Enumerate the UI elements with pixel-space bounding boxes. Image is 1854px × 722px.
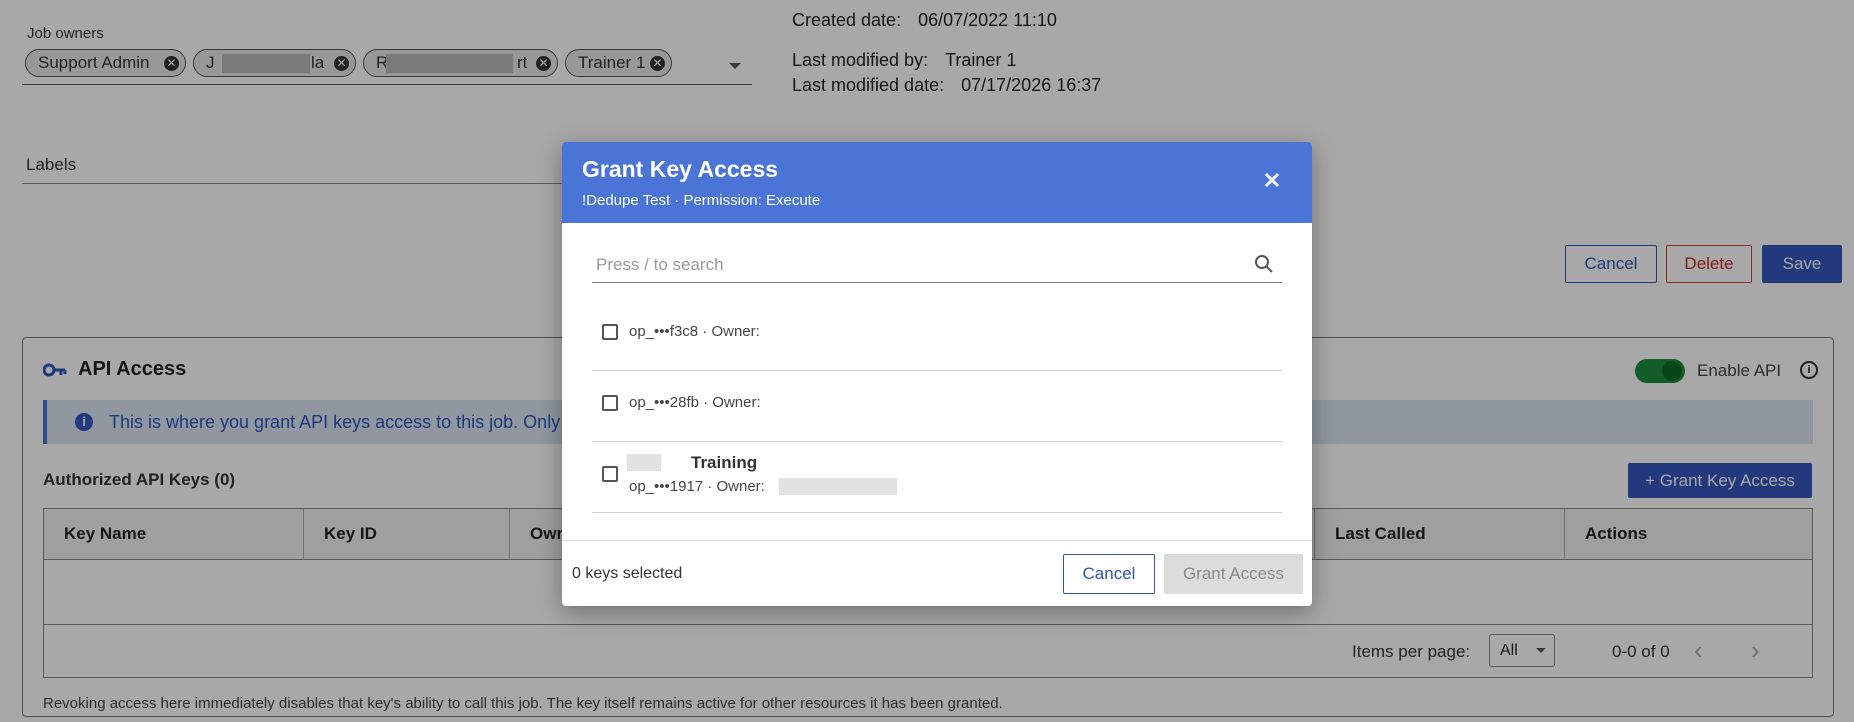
key-id-owner: op_•••28fb · Owner: — [629, 394, 761, 411]
grant-key-access-dialog: Grant Key Access !Dedupe Test · Permissi… — [562, 142, 1312, 606]
dialog-cancel-button[interactable]: Cancel — [1063, 554, 1155, 594]
redacted-text — [627, 454, 661, 471]
selected-count: 0 keys selected — [572, 565, 683, 582]
dialog-footer-divider — [562, 540, 1312, 541]
key-name: Training — [691, 453, 758, 472]
key-id-owner: op_•••f3c8 · Owner: — [629, 323, 760, 340]
dialog-header: Grant Key Access !Dedupe Test · Permissi… — [562, 142, 1312, 223]
key-checkbox[interactable] — [602, 466, 618, 482]
key-list-item[interactable]: op_•••28fb · Owner: — [592, 371, 1282, 442]
redacted-text — [779, 478, 897, 495]
grant-access-button[interactable]: Grant Access — [1164, 554, 1303, 594]
key-search-input[interactable]: Press / to search — [592, 240, 1282, 283]
key-id-owner: op_•••1917 · Owner: — [629, 478, 765, 495]
key-checkbox[interactable] — [602, 324, 618, 340]
search-placeholder: Press / to search — [596, 255, 724, 274]
key-checkbox[interactable] — [602, 395, 618, 411]
dialog-subtitle: !Dedupe Test · Permission: Execute — [582, 192, 821, 209]
close-icon[interactable] — [1260, 168, 1284, 192]
key-list-item[interactable]: op_•••f3c8 · Owner: — [592, 300, 1282, 371]
key-list-item[interactable]: Training op_•••1917 · Owner: — [592, 442, 1282, 513]
dialog-title: Grant Key Access — [582, 156, 779, 182]
search-icon[interactable] — [1254, 254, 1274, 274]
